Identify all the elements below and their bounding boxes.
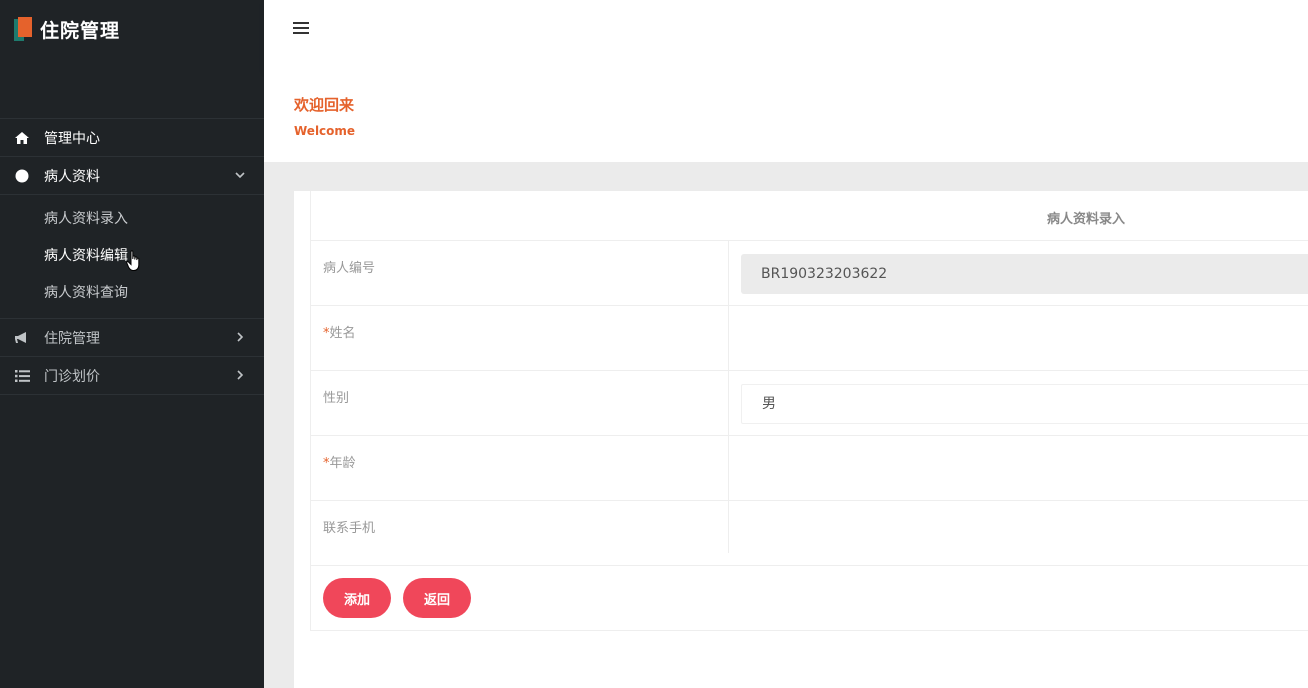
form-title: 病人资料录入 <box>1047 212 1126 227</box>
form-row-phone: 联系手机 <box>311 501 1308 566</box>
sidebar-item-patient-info[interactable]: 病人资料 <box>0 156 264 194</box>
chevron-right-icon <box>234 331 246 343</box>
field-label: 病人编号 <box>323 261 376 276</box>
top-header <box>264 0 1308 72</box>
field-label: *年龄 <box>323 456 356 471</box>
form-header: 病人资料录入 <box>311 191 1308 241</box>
list-icon <box>14 368 30 384</box>
sidebar-item-label: 管理中心 <box>44 130 100 147</box>
sidebar: 住院管理 管理中心 病人资料 病人资料录入 病人资料编辑 病人资料查询 住院管理… <box>0 0 264 688</box>
form-row-age: *年龄 <box>311 436 1308 501</box>
field-label: 性别 <box>323 391 350 406</box>
field-label: 联系手机 <box>323 521 376 536</box>
welcome-banner: 欢迎回来 Welcome <box>264 72 1308 162</box>
home-icon <box>14 130 30 146</box>
form-row-name: *姓名 <box>311 306 1308 371</box>
sidebar-item-management-center[interactable]: 管理中心 <box>0 118 264 156</box>
sidebar-item-inpatient[interactable]: 住院管理 <box>0 318 264 356</box>
phone-input[interactable] <box>741 514 1308 554</box>
sidebar-subitem-patient-entry[interactable]: 病人资料录入 <box>0 201 264 238</box>
name-input[interactable] <box>741 319 1308 359</box>
app-title: 住院管理 <box>40 19 121 42</box>
welcome-subtitle: Welcome <box>294 124 356 138</box>
chevron-down-icon <box>234 169 246 181</box>
form-row-patient-id: 病人编号 <box>311 241 1308 306</box>
logo-icon <box>14 17 34 41</box>
form-panel: 病人资料录入 病人编号 *姓名 性别 男 *年龄 联系手机 <box>294 191 1308 688</box>
sidebar-item-label: 病人资料 <box>44 168 100 185</box>
back-button[interactable]: 返回 <box>403 578 471 618</box>
patient-id-input[interactable] <box>741 254 1308 294</box>
patient-form: 病人资料录入 病人编号 *姓名 性别 男 *年龄 联系手机 <box>310 191 1308 631</box>
sidebar-item-outpatient-pricing[interactable]: 门诊划价 <box>0 356 264 394</box>
welcome-title: 欢迎回来 <box>294 96 355 114</box>
menu-toggle-icon[interactable] <box>293 20 311 36</box>
app-logo[interactable]: 住院管理 <box>14 16 120 42</box>
circle-icon <box>14 168 30 184</box>
sidebar-subitem-patient-query[interactable]: 病人资料查询 <box>0 275 264 312</box>
add-button[interactable]: 添加 <box>323 578 391 618</box>
age-input[interactable] <box>741 449 1308 489</box>
sidebar-item-label: 门诊划价 <box>44 368 100 385</box>
field-label: *姓名 <box>323 326 356 341</box>
megaphone-icon <box>14 330 30 346</box>
chevron-right-icon <box>234 369 246 381</box>
gender-selected-value: 男 <box>762 396 776 412</box>
gender-select[interactable]: 男 <box>741 384 1308 424</box>
hand-cursor-icon <box>126 250 142 272</box>
form-row-gender: 性别 男 <box>311 371 1308 436</box>
sidebar-item-label: 住院管理 <box>44 330 100 347</box>
menu-divider <box>0 394 264 395</box>
form-actions: 添加 返回 <box>311 566 1308 631</box>
